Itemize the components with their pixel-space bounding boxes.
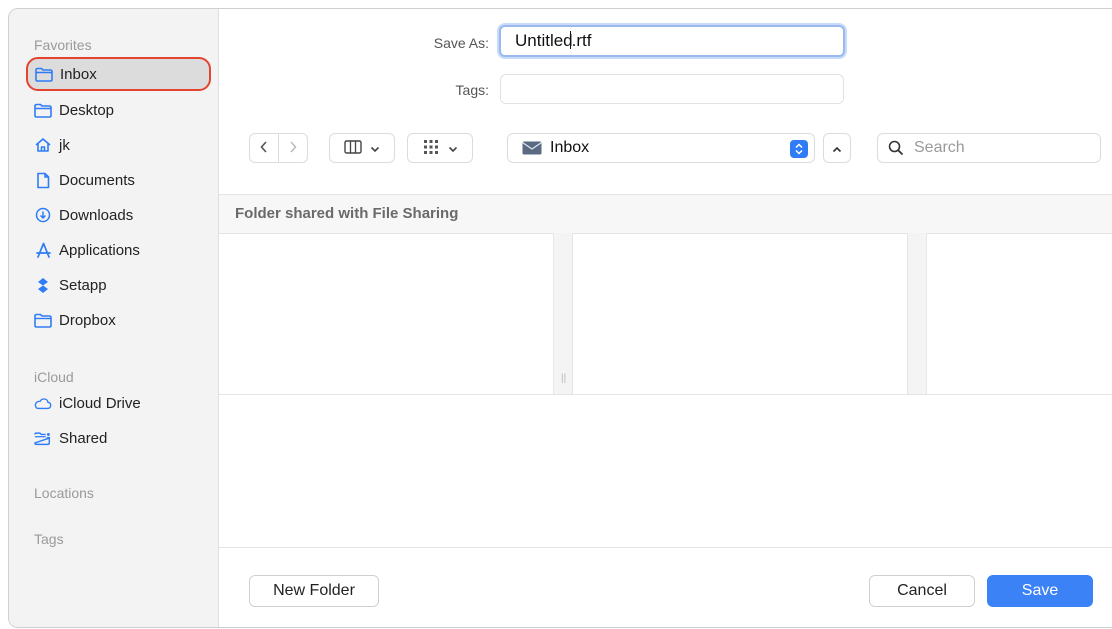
save-as-label: Save As:: [433, 35, 489, 51]
tags-label: Tags:: [455, 82, 489, 98]
sidebar-item-label: Documents: [59, 171, 135, 189]
inbox-icon: [522, 141, 542, 155]
chevron-down-icon: [370, 140, 380, 156]
tags-input[interactable]: [500, 74, 844, 104]
group-by-button[interactable]: [407, 133, 473, 163]
popup-stepper-icon: [790, 140, 808, 158]
sidebar-item-jk[interactable]: jk: [27, 128, 209, 162]
save-as-input[interactable]: Untitled.rtf: [499, 25, 845, 57]
sidebar-section-locations: Locations: [34, 485, 94, 501]
sidebar-item-downloads[interactable]: Downloads: [27, 198, 209, 232]
main-pane: Save As: Untitled.rtf Tags: Inbox Search…: [219, 9, 1112, 627]
home-icon: [34, 136, 52, 154]
sidebar-item-label: iCloud Drive: [59, 394, 141, 412]
sidebar-item-label: jk: [59, 136, 70, 154]
search-icon: [888, 140, 904, 156]
text-cursor: [569, 31, 571, 49]
save-as-value-end: .rtf: [571, 31, 592, 50]
sidebar-item-desktop[interactable]: Desktop: [27, 93, 209, 127]
back-button[interactable]: [249, 133, 279, 163]
divider: [219, 547, 1112, 548]
sidebar-item-label: Applications: [59, 241, 140, 259]
sidebar-item-setapp[interactable]: Setapp: [27, 268, 209, 302]
sidebar-item-label: Inbox: [60, 65, 97, 83]
columns-view-icon: [344, 139, 362, 157]
grid-icon: [422, 139, 440, 158]
chevron-down-icon: [448, 140, 458, 156]
sidebar-item-dropbox[interactable]: Dropbox: [27, 303, 209, 337]
view-mode-button[interactable]: [329, 133, 395, 163]
column-separator[interactable]: [553, 233, 573, 395]
sidebar-item-documents[interactable]: Documents: [27, 163, 209, 197]
sidebar-section-tags: Tags: [34, 531, 64, 547]
forward-button[interactable]: [278, 133, 308, 163]
sidebar-item-label: Setapp: [59, 276, 107, 294]
sidebar: Favorites Inbox Desktop jk Documents Dow…: [9, 9, 219, 627]
sidebar-section-icloud: iCloud: [34, 369, 74, 385]
save-button[interactable]: Save: [987, 575, 1093, 607]
chevron-right-icon: [288, 140, 298, 157]
browser-header: Folder shared with File Sharing: [219, 195, 1112, 233]
cloud-icon: [34, 394, 52, 412]
shared-folder-icon: [34, 429, 52, 447]
column-separator[interactable]: [907, 233, 927, 395]
save-dialog: Favorites Inbox Desktop jk Documents Dow…: [8, 8, 1112, 628]
new-folder-button[interactable]: New Folder: [249, 575, 379, 607]
sidebar-item-inbox[interactable]: Inbox: [26, 57, 211, 91]
sidebar-item-applications[interactable]: Applications: [27, 233, 209, 267]
sidebar-item-label: Dropbox: [59, 311, 116, 329]
save-as-value-start: Untitled: [515, 31, 573, 50]
divider: [219, 233, 1112, 234]
folder-icon: [35, 65, 53, 83]
chevron-left-icon: [259, 140, 269, 157]
chevron-up-icon: [832, 140, 842, 156]
sidebar-item-label: Shared: [59, 429, 108, 447]
sidebar-item-shared[interactable]: Shared: [27, 421, 209, 455]
cancel-button[interactable]: Cancel: [869, 575, 975, 607]
collapse-button[interactable]: [823, 133, 851, 163]
sidebar-item-label: Downloads: [59, 206, 134, 224]
sidebar-item-icloud-drive[interactable]: iCloud Drive: [27, 386, 209, 420]
location-popup[interactable]: Inbox: [507, 133, 815, 163]
document-icon: [34, 171, 52, 189]
setapp-icon: [34, 276, 52, 294]
search-field[interactable]: Search: [877, 133, 1101, 163]
folder-icon: [34, 101, 52, 119]
location-label: Inbox: [550, 139, 590, 156]
divider: [219, 394, 1112, 395]
folder-icon: [34, 311, 52, 329]
sidebar-section-favorites: Favorites: [34, 37, 92, 53]
sidebar-item-label: Desktop: [59, 101, 115, 119]
search-placeholder: Search: [914, 139, 965, 156]
column-resize-grip[interactable]: ||: [561, 373, 566, 384]
download-icon: [34, 206, 52, 224]
applications-icon: [34, 241, 52, 259]
